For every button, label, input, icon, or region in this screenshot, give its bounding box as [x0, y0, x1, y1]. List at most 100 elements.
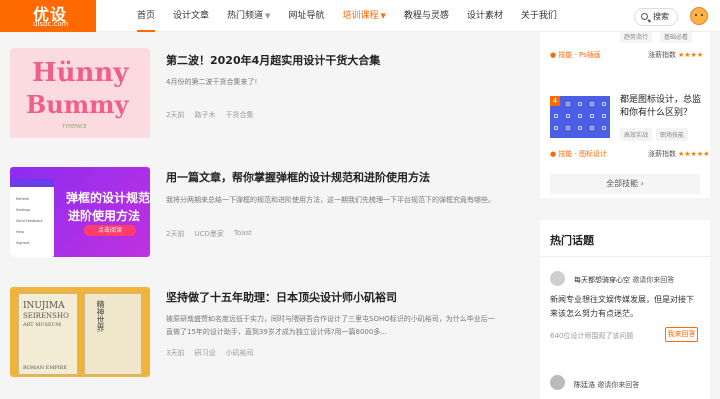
phone-mockup: Refresh Settings Send Feedback Help Sign… — [10, 179, 54, 257]
thumb-text: ART MUSEUM — [23, 322, 61, 328]
search-button[interactable]: 搜索 — [634, 8, 678, 26]
inviter-name[interactable]: 陈廷浩 — [574, 381, 595, 389]
nav-tutorials[interactable]: 教程与灵感 — [395, 0, 458, 32]
icon-grid-icon — [590, 126, 594, 130]
course-tag: 高效实战 — [620, 128, 653, 141]
search-icon — [641, 13, 648, 20]
icon-grid-icon — [602, 102, 606, 106]
icon-grid-icon — [578, 114, 582, 118]
rating-stars: ★★★★ — [678, 51, 704, 59]
article-meta: 3天前 研习设 小矶裕司 — [166, 348, 253, 358]
article-card[interactable]: INUJIMA SEIRENSHO ART MUSEUM ROMAN EMPIR… — [0, 287, 510, 383]
invite-action: 邀请你来回答 — [597, 381, 640, 389]
invite-action: 邀请你来回答 — [632, 276, 675, 284]
article-time: 3天前 — [166, 349, 185, 357]
article-author[interactable]: 研习设 — [194, 348, 215, 358]
article-tag[interactable]: 干货合集 — [225, 110, 253, 120]
article-thumbnail[interactable]: INUJIMA SEIRENSHO ART MUSEUM ROMAN EMPIR… — [10, 287, 150, 377]
phone-topbar — [10, 179, 54, 187]
book-cover: 精神世界 — [84, 293, 142, 375]
rating-stars: ★★★★★ — [678, 150, 710, 158]
site-logo[interactable]: 优设 uisdc.com — [0, 0, 96, 32]
answer-button[interactable]: 我来回答 — [665, 327, 698, 342]
article-author[interactable]: 路子木 — [194, 110, 215, 120]
top-header: 优设 uisdc.com 首页 设计文章 热门频道 ▼ 网址导航 培训课程 ▼ 教程… — [0, 0, 720, 32]
avatar[interactable] — [550, 375, 565, 390]
course-info-row[interactable]: ● 技能 · Ps插画 涨薪指数 ★★★★ — [550, 50, 703, 60]
article-meta: 2天前 路子木 干货合集 — [166, 110, 253, 120]
salary-index: 涨薪指数 ★★★★★ — [648, 150, 710, 158]
icon-grid-icon — [578, 102, 582, 106]
thumb-read-button: 点击阅读 — [84, 225, 136, 236]
nav-directory[interactable]: 网址导航 — [279, 0, 333, 32]
hot-topics-heading: 热门话题 — [550, 234, 594, 247]
question-meta: 640位设计师围观了该问题 — [550, 332, 634, 340]
nav-home[interactable]: 首页 — [128, 0, 164, 32]
phone-menu-item: Send Feedback — [16, 219, 43, 223]
course-panel: 趋势流行 基础必看 ● 技能 · Ps插画 涨薪指数 ★★★★ 4 都是图标设计，… — [540, 30, 710, 198]
icon-grid-icon — [566, 114, 570, 118]
phone-menu-item: Settings — [16, 208, 31, 212]
avatar[interactable] — [550, 271, 565, 286]
article-thumbnail[interactable]: Hünny Bummy TYPEFACE — [10, 48, 150, 138]
course-label: ● 技能 · 图标设计 — [550, 150, 608, 158]
thumb-text: ROMAN EMPIRE — [23, 365, 68, 371]
nav-about[interactable]: 关于我们 — [512, 0, 566, 32]
article-title[interactable]: 第二波！2020年4月超实用设计干货大合集 — [166, 52, 380, 68]
search-label: 搜索 — [653, 12, 669, 21]
article-desc: 4月份的第二波干货合集来了! — [166, 78, 258, 86]
nav-assets[interactable]: 设计素材 — [458, 0, 512, 32]
thumb-text: 精神世界 — [96, 300, 105, 332]
chevron-down-icon: ▼ — [265, 12, 271, 20]
main-nav: 首页 设计文章 热门频道 ▼ 网址导航 培训课程 ▼ 教程与灵感 设计素材 关于我们 — [128, 0, 566, 32]
thumb-text: TYPEFACE — [62, 124, 87, 130]
article-meta: 2天前 UCD墨家 Toast — [166, 229, 252, 239]
article-thumbnail[interactable]: Refresh Settings Send Feedback Help Sign… — [10, 167, 150, 257]
thumb-text: Bummy — [26, 90, 129, 119]
all-skills-button[interactable]: 全部技能 › — [550, 174, 700, 194]
icon-grid-icon — [554, 126, 558, 130]
question-text[interactable]: 新闻专业想往文娱传媒发展，但是对接下来该怎么努力有点迷茫。 — [550, 293, 700, 321]
article-card[interactable]: Hünny Bummy TYPEFACE 第二波！2020年4月超实用设计干货大… — [0, 48, 510, 144]
logo-subtext: uisdc.com — [33, 20, 69, 28]
icon-grid-icon — [566, 126, 570, 130]
phone-menu-item: Refresh — [16, 197, 30, 201]
article-card[interactable]: Refresh Settings Send Feedback Help Sign… — [0, 167, 510, 263]
article-desc: 被原研哉盛赞如名度远低于实力，同时与隈研吾合作设计了三里屯SOHO标识的小矶裕司… — [166, 315, 495, 336]
thumb-text: 弹框的设计规范 — [66, 191, 150, 205]
article-tag[interactable]: 小矶裕司 — [225, 348, 253, 358]
article-tag[interactable]: Toast — [234, 229, 252, 239]
course-label: ● 技能 · Ps插画 — [550, 51, 601, 59]
chevron-right-icon: › — [640, 179, 644, 188]
article-desc: 我将分两期来总结一下弹框的规范和进阶使用方法，这一期我们先梳理一下平台规范下的弹… — [166, 196, 495, 204]
inviter-name[interactable]: 每天都想骑穿心空 — [574, 276, 630, 284]
article-time: 2天前 — [166, 111, 185, 119]
article-time: 2天前 — [166, 230, 185, 238]
icon-grid-icon — [554, 114, 558, 118]
thumb-text: 进阶使用方法 — [68, 209, 141, 223]
salary-index: 涨薪指数 ★★★★ — [648, 51, 704, 59]
icon-grid-icon — [578, 126, 582, 130]
article-author[interactable]: UCD墨家 — [194, 229, 223, 239]
icon-grid-icon — [590, 114, 594, 118]
icon-grid-icon — [602, 114, 606, 118]
thumb-text: INUJIMA — [23, 301, 65, 311]
invite-line: 陈廷浩 邀请你来回答 — [574, 380, 639, 390]
course-title[interactable]: 都是图标设计，总监和你有什么区别？ — [620, 94, 704, 120]
course-thumbnail[interactable]: 4 — [550, 96, 610, 138]
book-cover: INUJIMA SEIRENSHO ART MUSEUM ROMAN EMPIR… — [18, 293, 78, 375]
nav-courses[interactable]: 培训课程 ▼ — [333, 0, 394, 32]
icon-grid-icon — [566, 102, 570, 106]
article-title[interactable]: 坚持做了十五年助理：日本顶尖设计师小矶裕司 — [166, 289, 397, 305]
icon-grid-icon — [590, 102, 594, 106]
course-rank: 4 — [550, 96, 560, 106]
invite-line: 每天都想骑穿心空 邀请你来回答 — [574, 275, 674, 285]
course-info-row[interactable]: ● 技能 · 图标设计 涨薪指数 ★★★★★ — [550, 149, 709, 159]
course-tag: 职场技能 — [656, 128, 689, 141]
nav-channels[interactable]: 热门频道 ▼ — [218, 0, 279, 32]
hot-topics-panel: 热门话题 每天都想骑穿心空 邀请你来回答 新闻专业想往文娱传媒发展，但是对接下来… — [540, 220, 710, 399]
article-title[interactable]: 用一篇文章，帮你掌握弹框的设计规范和进阶使用方法 — [166, 169, 430, 185]
user-avatar[interactable] — [690, 7, 708, 25]
thumb-text: SEIRENSHO — [23, 312, 69, 320]
nav-articles[interactable]: 设计文章 — [164, 0, 218, 32]
